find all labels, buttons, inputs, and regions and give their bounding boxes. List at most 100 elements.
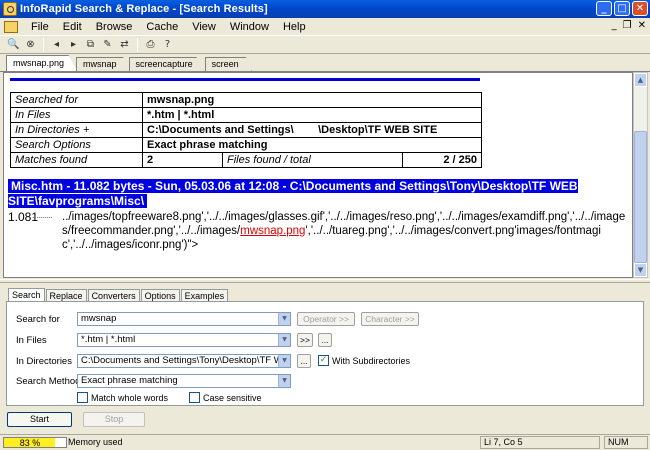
scroll-down-button[interactable]: ▼	[634, 263, 647, 277]
options-tabs: Search Replace Converters Options Exampl…	[8, 288, 229, 302]
minimize-button[interactable]: _	[596, 1, 612, 16]
search-method-select[interactable]: Exact phrase matching ▼	[77, 374, 291, 388]
status-bar: 83 % Memory used Li 7, Co 5 NUM	[0, 434, 650, 450]
summary-label: Matches found	[10, 152, 143, 168]
summary-label: Search Options	[10, 137, 143, 153]
chevron-down-icon[interactable]: ▼	[278, 313, 290, 325]
summary-value: mwsnap.png	[142, 92, 482, 108]
in-files-combo[interactable]: *.htm | *.html ▼	[77, 333, 291, 347]
toolbar-separator	[137, 37, 138, 52]
search-for-value: mwsnap	[81, 313, 117, 324]
summary-label: In Files	[10, 107, 143, 123]
case-sensitive-label: Case sensitive	[203, 392, 262, 403]
mdi-minimize-icon[interactable]: _	[612, 20, 617, 31]
menu-cache[interactable]: Cache	[139, 21, 185, 33]
pane-splitter[interactable]	[0, 279, 650, 283]
replace-icon[interactable]: ⇄	[117, 38, 132, 52]
table-row: Matches found 2 Files found / total 2 / …	[10, 152, 482, 168]
document-tabs: mwsnap.png mwsnap screencapture screen	[0, 55, 650, 72]
chevron-down-icon[interactable]: ▼	[278, 375, 290, 387]
maximize-button[interactable]: □	[614, 1, 630, 16]
scroll-up-button[interactable]: ▲	[634, 73, 647, 87]
directory-browse-button[interactable]: ...	[297, 354, 311, 368]
with-subdirectories-label: With Subdirectories	[332, 355, 411, 366]
with-subdirectories-checkbox[interactable]: ✓ With Subdirectories	[318, 355, 410, 366]
search-panel: Search for mwsnap ▼ Operator >> Characte…	[6, 301, 644, 406]
table-row: In Directories + C:\Documents and Settin…	[10, 122, 482, 138]
stop-button[interactable]: Stop	[83, 412, 145, 427]
tab-search[interactable]: Search	[8, 288, 45, 302]
menu-edit[interactable]: Edit	[56, 21, 89, 33]
search-prev-icon[interactable]: ◂	[49, 38, 64, 52]
close-button[interactable]: ✕	[632, 1, 648, 16]
checkbox-box[interactable]	[189, 392, 200, 403]
in-directories-value: C:\Documents and Settings\Tony\Desktop\T…	[81, 355, 290, 366]
line-leader: ..........	[32, 210, 53, 220]
checkmark-icon[interactable]: ✓	[318, 355, 329, 366]
menu-help[interactable]: Help	[276, 21, 313, 33]
doc-tab-screencapture[interactable]: screencapture	[128, 57, 206, 71]
summary-label: Searched for	[10, 92, 143, 108]
menu-file[interactable]: File	[24, 21, 56, 33]
case-sensitive-checkbox[interactable]: Case sensitive	[189, 392, 262, 403]
app-icon	[3, 2, 17, 16]
memory-gauge: 83 %	[3, 437, 67, 448]
find-icon[interactable]: 🔍	[6, 38, 21, 52]
snippet-match[interactable]: mwsnap.png	[240, 225, 305, 237]
num-lock-indicator: NUM	[604, 436, 648, 449]
summary-value: C:\Documents and Settings\ \Desktop\TF W…	[142, 122, 482, 138]
mdi-restore-icon[interactable]: ❐	[623, 20, 632, 31]
menu-window[interactable]: Window	[223, 21, 276, 33]
summary-value: *.htm | *.html	[142, 107, 482, 123]
match-whole-words-checkbox[interactable]: Match whole words	[77, 392, 168, 403]
results-scrollbar[interactable]: ▲ ▼	[633, 72, 648, 278]
chevron-down-icon[interactable]: ▼	[278, 334, 290, 346]
stop-icon[interactable]: ⊗	[23, 38, 38, 52]
table-row: Searched for mwsnap.png	[10, 92, 482, 108]
search-method-label: Search Method	[16, 376, 81, 387]
checkbox-box[interactable]	[77, 392, 88, 403]
search-for-label: Search for	[16, 314, 60, 325]
cursor-position: Li 7, Co 5	[480, 436, 600, 449]
document-icon	[4, 20, 18, 33]
in-directories-label: In Directories	[16, 356, 72, 367]
doc-tab-mwsnap-png[interactable]: mwsnap.png	[6, 55, 78, 71]
summary-value: Exact phrase matching	[142, 137, 482, 153]
table-row: Search Options Exact phrase matching	[10, 137, 482, 153]
character-button[interactable]: Character >>	[361, 312, 419, 326]
search-next-icon[interactable]: ▸	[66, 38, 81, 52]
help-icon[interactable]: ?	[160, 38, 175, 52]
mdi-close-icon[interactable]: ✕	[638, 20, 646, 31]
start-button[interactable]: Start	[7, 412, 72, 427]
file-filter-arrow-button[interactable]: >>	[297, 333, 313, 347]
search-method-value: Exact phrase matching	[81, 375, 178, 386]
in-files-label: In Files	[16, 335, 47, 346]
chevron-down-icon[interactable]: ▼	[278, 355, 290, 367]
window-title: InfoRapid Search & Replace - [Search Res…	[20, 3, 268, 15]
operator-button[interactable]: Operator >>	[297, 312, 355, 326]
search-for-combo[interactable]: mwsnap ▼	[77, 312, 291, 326]
result-file-header-text: Misc.htm - 11.082 bytes - Sun, 05.03.06 …	[8, 179, 578, 208]
doc-tab-mwsnap[interactable]: mwsnap	[76, 57, 130, 71]
summary-label: In Directories +	[10, 122, 143, 138]
toolbar-separator	[43, 37, 44, 52]
doc-tab-screen[interactable]: screen	[204, 57, 252, 71]
in-directories-combo[interactable]: C:\Documents and Settings\Tony\Desktop\T…	[77, 354, 291, 368]
search-results-pane[interactable]: Searched for mwsnap.png In Files *.htm |…	[3, 72, 633, 278]
table-row: In Files *.htm | *.html	[10, 107, 482, 123]
match-whole-words-label: Match whole words	[91, 392, 169, 403]
file-filter-browse-button[interactable]: ...	[318, 333, 332, 347]
title-bar: InfoRapid Search & Replace - [Search Res…	[0, 0, 650, 18]
result-file-header[interactable]: Misc.htm - 11.082 bytes - Sun, 05.03.06 …	[8, 179, 610, 209]
edit-icon[interactable]: ✎	[100, 38, 115, 52]
matches-count: 2	[142, 152, 223, 168]
menu-browse[interactable]: Browse	[89, 21, 140, 33]
print-icon[interactable]: ⎙	[143, 38, 158, 52]
scroll-thumb[interactable]	[634, 131, 647, 263]
search-summary-table: Searched for mwsnap.png In Files *.htm |…	[10, 92, 482, 168]
menu-view[interactable]: View	[185, 21, 223, 33]
memory-label: Memory used	[68, 437, 123, 447]
copy-icon[interactable]: ⧉	[83, 38, 98, 52]
result-snippet: ../images/topfreeware8.png','../../image…	[62, 210, 632, 252]
results-divider	[10, 78, 480, 81]
